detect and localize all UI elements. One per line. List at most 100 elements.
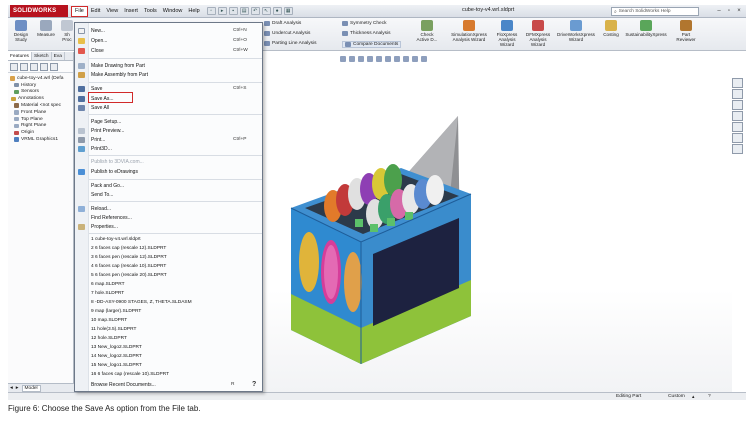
display-manager-icon[interactable] <box>50 63 58 71</box>
zoom-to-fit-icon[interactable] <box>340 56 346 62</box>
costing-button[interactable]: Costing <box>600 20 622 37</box>
edit-appearance-icon[interactable] <box>403 56 409 62</box>
recent-file-item[interactable]: 14 New_logo2.SLDPRT <box>91 354 142 359</box>
menu-item-print3d[interactable]: Print3D... <box>75 145 264 152</box>
new-icon[interactable]: ▫ <box>206 7 216 15</box>
recent-file-item[interactable]: 16 6 faces cap (rescale 10).SLDPRT <box>91 372 169 377</box>
section-view-icon[interactable] <box>367 56 373 62</box>
symmetry-check-button[interactable]: Symmetry Check <box>342 21 387 26</box>
file-explorer-icon[interactable] <box>732 100 743 110</box>
status-units[interactable]: Custom <box>668 394 685 399</box>
recent-file-item[interactable]: 12 hole.SLDPRT <box>91 336 127 341</box>
recent-file-item[interactable]: 11 hole(3.5).SLDPRT <box>91 327 136 332</box>
sh-proc-button[interactable]: Sh Proc <box>60 20 74 42</box>
tree-item-part[interactable]: cube-toy-v4.wrl (Defa <box>10 75 71 82</box>
resources-icon[interactable] <box>732 78 743 88</box>
check-active-button[interactable]: Check Active D... <box>416 20 438 42</box>
menu-item-make-assembly[interactable]: Make Assembly from Part <box>75 71 264 78</box>
apply-scene-icon[interactable] <box>412 56 418 62</box>
tree-item-front-plane[interactable]: Front Plane <box>10 109 71 116</box>
recent-file-item[interactable]: 2 6 faces cap (rescale 12).SLDPRT <box>91 246 166 251</box>
options-icon[interactable]: ▦ <box>283 7 293 15</box>
appearances-icon[interactable] <box>732 122 743 132</box>
view-palette-icon[interactable] <box>732 111 743 121</box>
recent-file-item[interactable]: 8 -DD-ASY-0900 STAGES, Z, THETA.SLDASM <box>91 300 192 305</box>
recent-file-item[interactable]: 5 6 faces pen (rescale 20).SLDPRT <box>91 273 167 278</box>
tree-item-vrml-graphics[interactable]: VRML Graphics1 <box>10 136 71 143</box>
driveworksxpress-button[interactable]: DriveWorksXpress Wizard <box>555 20 597 42</box>
floxpress-button[interactable]: FloXpress Analysis Wizard <box>493 20 521 47</box>
minimize-icon[interactable]: – <box>715 7 723 15</box>
menu-item-properties[interactable]: Properties... <box>75 223 264 230</box>
sustainabilityxpress-button[interactable]: SustainabilityXpress <box>623 20 669 37</box>
menu-help[interactable]: Help <box>185 6 202 17</box>
menu-item-publish-3dvia[interactable]: Publish to 3DVIA.com... <box>75 158 264 165</box>
undercut-analysis-button[interactable]: Undercut Analysis <box>264 31 310 36</box>
recent-file-item[interactable]: 10 map.SLDPRT <box>91 318 127 323</box>
tree-item-origin[interactable]: Origin <box>10 129 71 136</box>
tree-item-material[interactable]: Material <not spec <box>10 102 71 109</box>
menu-item-new[interactable]: New... Ctrl+N <box>75 27 264 34</box>
menu-item-page-setup[interactable]: Page Setup... <box>75 118 264 125</box>
tree-item-history[interactable]: History <box>10 82 71 89</box>
restore-icon[interactable]: ▫ <box>725 7 733 15</box>
save-icon[interactable]: ▪ <box>228 7 238 15</box>
menu-item-close[interactable]: Close Ctrl+W <box>75 47 264 54</box>
open-icon[interactable]: ▸ <box>217 7 227 15</box>
menu-item-send-to[interactable]: Send To... <box>75 191 264 198</box>
view-settings-icon[interactable] <box>421 56 427 62</box>
dfmxpress-button[interactable]: DFMXpress Analysis Wizard <box>523 20 553 47</box>
tab-scroll-left-icon[interactable]: ◂ <box>10 385 13 391</box>
recent-file-item[interactable]: 13 New_logo2.SLDPRT <box>91 345 142 350</box>
tab-sketch[interactable]: Sketch <box>32 52 52 60</box>
tab-features[interactable]: Features <box>8 52 32 60</box>
menu-item-reload[interactable]: Reload... <box>75 205 264 212</box>
tab-scroll-right-icon[interactable]: ▸ <box>16 385 19 391</box>
feature-tree-icon[interactable] <box>10 63 18 71</box>
recent-file-item[interactable]: 3 6 faces pen (rescale 12).SLDPRT <box>91 255 167 260</box>
menu-item-browse-recent[interactable]: Browse Recent Documents... R <box>75 381 264 388</box>
recent-file-item[interactable]: 4 6 faces cap (rescale 10).SLDPRT <box>91 264 166 269</box>
help-search-input[interactable]: ⌕ Search SolidWorks Help <box>611 7 699 16</box>
menu-tools[interactable]: Tools <box>141 6 160 17</box>
menu-item-pack-and-go[interactable]: Pack and Go... <box>75 182 264 189</box>
menu-item-print-preview[interactable]: Print Preview... <box>75 127 264 134</box>
tree-item-right-plane[interactable]: Right Plane <box>10 123 71 130</box>
close-icon[interactable]: × <box>735 7 743 15</box>
parting-line-analysis-button[interactable]: Parting Line Analysis <box>264 41 317 46</box>
draft-analysis-button[interactable]: Draft Analysis <box>264 21 301 26</box>
menu-item-save[interactable]: Save Ctrl+S <box>75 85 264 92</box>
zoom-area-icon[interactable] <box>349 56 355 62</box>
recent-file-item[interactable]: 9 map (larger).SLDPRT <box>91 309 141 314</box>
help-status-icon[interactable]: ? <box>708 394 711 399</box>
design-study-button[interactable]: Design Study <box>11 20 31 42</box>
help-icon[interactable]: ? <box>252 381 256 388</box>
menu-window[interactable]: Window <box>160 6 186 17</box>
thickness-analysis-button[interactable]: Thickness Analysis <box>342 31 391 36</box>
solidworks-forum-icon[interactable] <box>732 144 743 154</box>
measure-button[interactable]: Measure <box>36 20 56 37</box>
recent-file-item[interactable]: 6 map.SLDPRT <box>91 282 125 287</box>
recent-file-item[interactable]: 7 hole.SLDPRT <box>91 291 124 296</box>
select-icon[interactable]: ↖ <box>261 7 271 15</box>
units-dropdown-icon[interactable]: ▴ <box>692 394 694 400</box>
tab-evaluate[interactable]: Eva <box>52 52 65 60</box>
menu-insert[interactable]: Insert <box>121 6 141 17</box>
menu-file[interactable]: File <box>71 5 88 17</box>
hide-show-icon[interactable] <box>394 56 400 62</box>
rebuild-icon[interactable]: ● <box>272 7 282 15</box>
menu-item-open[interactable]: Open... Ctrl+O <box>75 37 264 44</box>
menu-edit[interactable]: Edit <box>88 6 103 17</box>
tree-item-sensors[interactable]: Sensors <box>10 89 71 96</box>
configuration-manager-icon[interactable] <box>30 63 38 71</box>
tree-item-top-plane[interactable]: Top Plane <box>10 116 71 123</box>
part-reviewer-button[interactable]: Part Reviewer <box>672 20 700 42</box>
solidworks-logo[interactable]: SOLIDWORKS <box>10 5 68 17</box>
recent-file-item[interactable]: 1 cube-toy-v4.wrl.sldprt <box>91 237 141 242</box>
custom-properties-icon[interactable] <box>732 133 743 143</box>
print-icon[interactable]: ▤ <box>239 7 249 15</box>
tree-item-annotations[interactable]: Annotations <box>10 95 71 102</box>
cube-toy-model[interactable] <box>275 94 535 394</box>
design-library-icon[interactable] <box>732 89 743 99</box>
simulationxpress-button[interactable]: SimulationXpress Analysis Wizard <box>448 20 490 42</box>
